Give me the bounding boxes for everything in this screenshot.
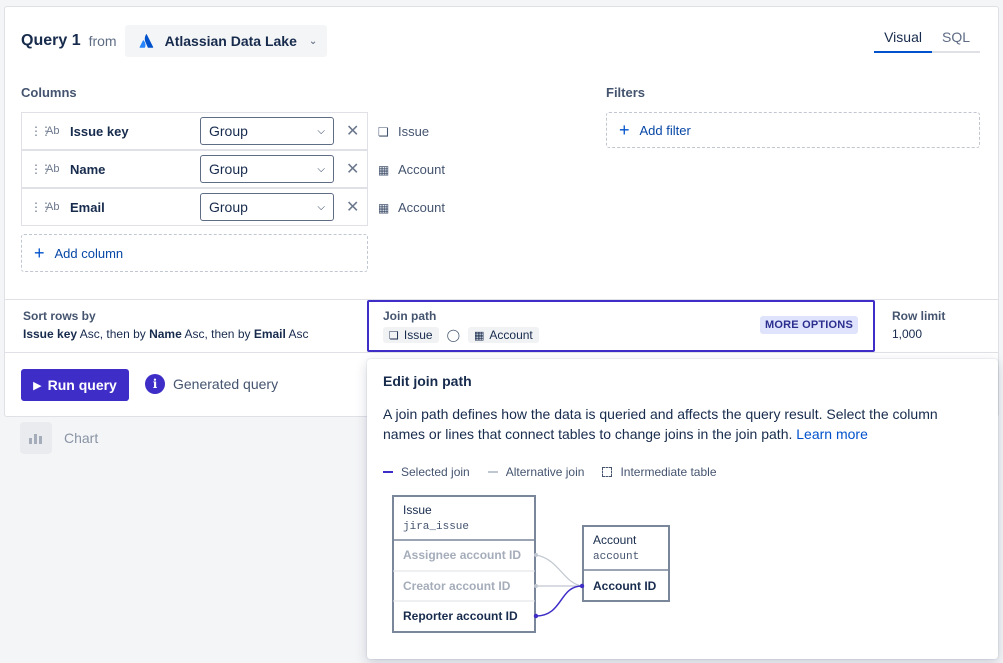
issue-field-reporter[interactable]: Reporter account ID [403, 609, 518, 623]
table-icon: ▦ [378, 162, 390, 177]
run-query-label: Run query [47, 377, 117, 393]
sort-rows-value: Issue key Asc, then by Name Asc, then by… [23, 327, 309, 341]
from-label: from [88, 33, 117, 49]
add-filter-button[interactable]: + Add filter [606, 112, 980, 148]
remove-column-icon[interactable]: ✕ [346, 197, 359, 217]
edit-join-path-popup: Edit join path A join path defines how t… [367, 359, 998, 659]
atlassian-logo-icon [139, 34, 153, 48]
column-name: Email [70, 199, 105, 215]
text-type-icon: Ab [46, 201, 60, 213]
issue-field-assignee[interactable]: Assignee account ID [403, 548, 521, 562]
sort-rows-label: Sort rows by [23, 309, 96, 323]
columns-label: Columns [21, 85, 77, 100]
column-table-tag: ▦ Account [378, 200, 445, 215]
row-limit-value: 1,000 [892, 327, 923, 341]
plus-icon: + [619, 119, 630, 140]
table-name: Issue [398, 124, 430, 139]
add-column-label: Add column [54, 245, 124, 261]
aggregation-value: Group [209, 161, 248, 177]
join-from-table: Issue [403, 328, 433, 342]
column-name: Name [70, 161, 106, 177]
account-field-id[interactable]: Account ID [593, 579, 657, 593]
join-path-field[interactable]: Join path ❏ Issue ◯ ▦ Account MORE OPTIO… [367, 300, 875, 352]
table-icon: ▦ [474, 329, 485, 342]
join-from-chip: ❏ Issue [383, 327, 439, 343]
table-name: Account [398, 200, 445, 215]
add-filter-label: Add filter [639, 122, 691, 138]
join-to-table: Account [489, 328, 533, 342]
info-icon: i [145, 374, 165, 394]
drag-handle-icon[interactable]: ⋮⋮ [30, 124, 52, 138]
play-icon: ▶ [33, 379, 42, 392]
issue-table-name: Issue [403, 503, 432, 517]
aggregation-select[interactable]: Group ⌵ [200, 193, 334, 221]
bar-chart-icon [20, 422, 52, 454]
text-type-icon: Ab [46, 125, 60, 137]
inner-join-icon: ◯ [446, 328, 460, 342]
tab-sql[interactable]: SQL [932, 29, 980, 51]
add-column-button[interactable]: + Add column [21, 234, 368, 272]
data-source-label: Atlassian Data Lake [164, 33, 297, 49]
aggregation-value: Group [209, 123, 248, 139]
filters-label: Filters [606, 85, 646, 100]
chart-tab-label: Chart [64, 430, 99, 446]
selected-join-line[interactable] [535, 585, 583, 617]
account-table-id: account [593, 551, 639, 563]
remove-column-icon[interactable]: ✕ [346, 159, 359, 179]
table-name: Account [398, 162, 445, 177]
remove-column-icon[interactable]: ✕ [346, 121, 359, 141]
data-source-select[interactable]: Atlassian Data Lake ⌄ [124, 25, 328, 57]
text-type-icon: Ab [46, 163, 60, 175]
query-options-bar: Sort rows by Issue key Asc, then by Name… [5, 299, 998, 353]
row-limit-label: Row limit [892, 309, 946, 323]
drag-handle-icon[interactable]: ⋮⋮ [30, 200, 52, 214]
more-options-button[interactable]: MORE OPTIONS [760, 316, 858, 334]
chart-tab[interactable]: Chart [20, 422, 98, 454]
jira-icon: ❏ [378, 124, 389, 139]
chevron-down-icon: ⌄ [308, 35, 318, 47]
drag-handle-icon[interactable]: ⋮⋮ [30, 162, 52, 176]
query-header: Query 1 from Atlassian Data Lake ⌄ [21, 25, 328, 57]
account-table-name: Account [593, 533, 637, 547]
row-limit[interactable]: Row limit 1,000 [892, 309, 945, 341]
sort-rows[interactable]: Sort rows by Issue key Asc, then by Name… [23, 309, 309, 341]
column-row: ⋮⋮ Ab Name Group ⌵ ✕ [21, 150, 368, 188]
column-table-tag: ▦ Account [378, 162, 445, 177]
column-row: ⋮⋮ Ab Issue key Group ⌵ ✕ [21, 112, 368, 150]
chevron-down-icon: ⌵ [317, 201, 325, 213]
column-table-tag: ❏ Issue [378, 124, 429, 139]
chevron-down-icon: ⌵ [317, 125, 325, 137]
aggregation-select[interactable]: Group ⌵ [200, 117, 334, 145]
plus-icon: + [34, 242, 45, 263]
issue-field-creator[interactable]: Creator account ID [403, 579, 511, 593]
generated-query-link[interactable]: i Generated query [145, 374, 278, 394]
aggregation-select[interactable]: Group ⌵ [200, 155, 334, 183]
column-name: Issue key [70, 123, 129, 139]
table-icon: ▦ [378, 200, 390, 215]
chevron-down-icon: ⌵ [317, 163, 325, 175]
query-title[interactable]: Query 1 [21, 32, 81, 50]
join-to-chip: ▦ Account [468, 327, 539, 343]
join-diagram: Issue jira_issue Assignee account ID Cre… [392, 495, 670, 633]
tab-visual[interactable]: Visual [874, 29, 932, 53]
alternative-join-line[interactable] [535, 554, 583, 587]
view-tabs: Visual SQL [874, 29, 980, 53]
join-path-chips: ❏ Issue ◯ ▦ Account [383, 327, 539, 343]
query-card: Query 1 from Atlassian Data Lake ⌄ Visua… [4, 6, 999, 417]
generated-query-label: Generated query [173, 376, 279, 392]
join-path-label: Join path [383, 309, 437, 323]
column-row: ⋮⋮ Ab Email Group ⌵ ✕ [21, 188, 368, 226]
issue-table-id: jira_issue [403, 521, 469, 533]
aggregation-value: Group [209, 199, 248, 215]
run-query-button[interactable]: ▶ Run query [21, 369, 129, 401]
jira-icon: ❏ [389, 329, 399, 342]
